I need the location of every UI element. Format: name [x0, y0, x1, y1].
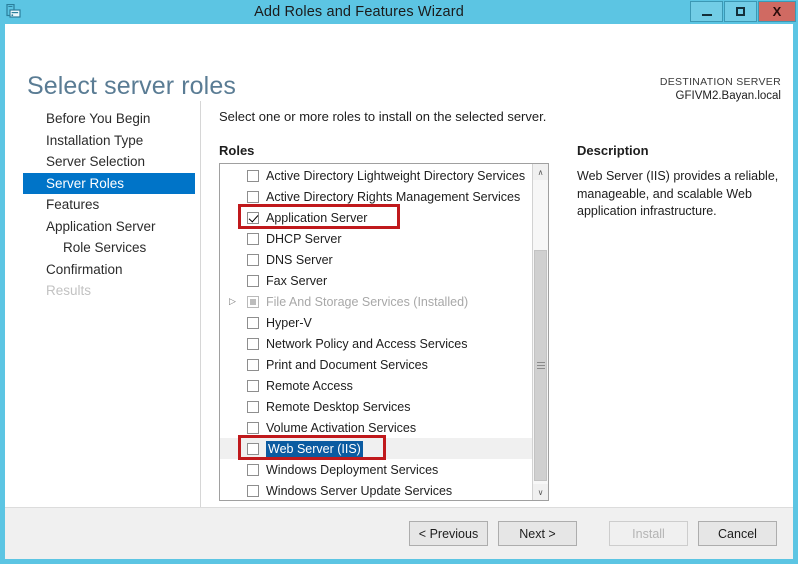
- sidebar-item-installation-type[interactable]: Installation Type: [5, 130, 200, 152]
- scrollbar-grip: [536, 360, 545, 371]
- role-checkbox[interactable]: [247, 190, 259, 203]
- description-heading: Description: [577, 143, 649, 158]
- role-row[interactable]: Active Directory Lightweight Directory S…: [220, 165, 532, 186]
- footer-button-bar: < Previous Next > Install Cancel: [5, 507, 793, 559]
- minimize-button[interactable]: [690, 1, 723, 22]
- window-controls: X: [689, 1, 796, 22]
- page-header: Select server roles DESTINATION SERVER G…: [5, 24, 793, 103]
- role-row[interactable]: Windows Deployment Services: [220, 459, 532, 480]
- sidebar-item-before-you-begin[interactable]: Before You Begin: [5, 108, 200, 130]
- roles-scrollbar[interactable]: ∧ ∨: [532, 164, 548, 500]
- role-checkbox[interactable]: [247, 421, 259, 434]
- sidebar-item-application-server[interactable]: Application Server: [5, 216, 200, 238]
- client-area: Select server roles DESTINATION SERVER G…: [5, 24, 793, 559]
- role-checkbox[interactable]: [247, 253, 259, 266]
- role-row[interactable]: Windows Server Update Services: [220, 480, 532, 500]
- description-text: Web Server (IIS) provides a reliable, ma…: [577, 169, 779, 218]
- role-checkbox[interactable]: [247, 463, 259, 476]
- role-label: Network Policy and Access Services: [266, 336, 468, 351]
- window-title: Add Roles and Features Wizard: [254, 4, 464, 20]
- next-button[interactable]: Next >: [498, 521, 577, 546]
- destination-server-block: DESTINATION SERVER GFIVM2.Bayan.local: [660, 75, 781, 103]
- destination-server-label: DESTINATION SERVER: [659, 76, 781, 88]
- roles-listbox[interactable]: Active Directory Lightweight Directory S…: [219, 163, 549, 501]
- sidebar-item-features[interactable]: Features: [5, 194, 200, 216]
- install-button: Install: [609, 521, 688, 546]
- sidebar-item-results: Results: [46, 283, 92, 298]
- role-label: Volume Activation Services: [266, 420, 417, 435]
- close-button[interactable]: X: [758, 1, 796, 22]
- sidebar-item-server-selection[interactable]: Server Selection: [5, 151, 200, 173]
- role-row[interactable]: Active Directory Rights Management Servi…: [220, 186, 532, 207]
- page-title: Select server roles: [27, 72, 236, 100]
- page-body: Before You Begin Installation Type Server …: [5, 101, 793, 507]
- role-checkbox[interactable]: [247, 442, 259, 455]
- role-checkbox[interactable]: [247, 232, 259, 245]
- role-label: Remote Desktop Services: [266, 399, 411, 414]
- role-checkbox[interactable]: [247, 274, 259, 287]
- role-label: Remote Access: [266, 378, 353, 393]
- role-checkbox[interactable]: [247, 337, 259, 350]
- role-row[interactable]: Volume Activation Services: [220, 417, 532, 438]
- role-checkbox[interactable]: [247, 400, 259, 413]
- roles-list[interactable]: Active Directory Lightweight Directory S…: [220, 164, 532, 500]
- sidebar-item-server-roles[interactable]: Server Roles: [23, 172, 195, 194]
- role-checkbox[interactable]: [247, 169, 259, 182]
- role-label: Hyper-V: [266, 315, 312, 330]
- role-row[interactable]: DHCP Server: [220, 228, 532, 249]
- role-row[interactable]: Fax Server: [220, 270, 532, 291]
- role-label: Web Server (IIS): [266, 440, 363, 457]
- role-checkbox[interactable]: [247, 316, 259, 329]
- role-label: File And Storage Services (Installed): [266, 294, 469, 309]
- wizard-window: Add Roles and Features Wizard X Select s…: [0, 0, 798, 564]
- role-row[interactable]: DNS Server: [220, 249, 532, 270]
- roles-heading: Roles: [219, 143, 255, 158]
- role-label: DNS Server: [266, 252, 333, 267]
- role-row[interactable]: Web Server (IIS): [220, 438, 532, 459]
- instruction-text: Select one or more roles to install on t…: [219, 109, 547, 124]
- role-label: Application Server: [266, 210, 368, 225]
- scroll-down-button[interactable]: ∨: [533, 484, 548, 500]
- role-row[interactable]: Remote Access: [220, 375, 532, 396]
- role-label: Active Directory Rights Management Servi…: [266, 189, 521, 204]
- role-row[interactable]: Remote Desktop Services: [220, 396, 532, 417]
- role-row[interactable]: Application Server: [220, 207, 532, 228]
- main-content: Select one or more roles to install on t…: [201, 101, 793, 507]
- server-icon: [0, 0, 26, 24]
- title-bar: Add Roles and Features Wizard X: [0, 0, 798, 24]
- roles-column: Roles Active Directory Lightweight Direc…: [219, 143, 549, 507]
- role-label: Print and Document Services: [266, 357, 428, 372]
- role-row[interactable]: Hyper-V: [220, 312, 532, 333]
- cancel-button[interactable]: Cancel: [698, 521, 777, 546]
- role-label: Windows Deployment Services: [266, 462, 439, 477]
- description-column: Description Web Server (IIS) provides a …: [549, 143, 793, 507]
- wizard-navigation: Before You Begin Installation Type Server …: [5, 101, 201, 507]
- role-checkbox: [247, 295, 259, 308]
- scrollbar-track[interactable]: [533, 180, 548, 484]
- role-label: Windows Server Update Services: [266, 483, 453, 498]
- content-panes: Roles Active Directory Lightweight Direc…: [219, 143, 793, 507]
- maximize-button[interactable]: [724, 1, 757, 22]
- role-checkbox[interactable]: [247, 358, 259, 371]
- role-row[interactable]: ▷ File And Storage Services (Installed): [220, 291, 532, 312]
- role-checkbox[interactable]: [247, 211, 259, 224]
- role-row[interactable]: Print and Document Services: [220, 354, 532, 375]
- role-label: Active Directory Lightweight Directory S…: [266, 168, 526, 183]
- role-label: DHCP Server: [266, 231, 342, 246]
- scrollbar-thumb[interactable]: [534, 249, 547, 481]
- expand-arrow-icon[interactable]: ▷: [226, 291, 239, 312]
- role-row[interactable]: Network Policy and Access Services: [220, 333, 532, 354]
- previous-button[interactable]: < Previous: [409, 521, 488, 546]
- role-label: Fax Server: [266, 273, 328, 288]
- sidebar-item-confirmation[interactable]: Confirmation: [5, 259, 200, 281]
- role-checkbox[interactable]: [247, 484, 259, 497]
- sidebar-item-role-services[interactable]: Role Services: [5, 237, 200, 259]
- role-checkbox[interactable]: [247, 379, 259, 392]
- scroll-up-button[interactable]: ∧: [533, 164, 548, 180]
